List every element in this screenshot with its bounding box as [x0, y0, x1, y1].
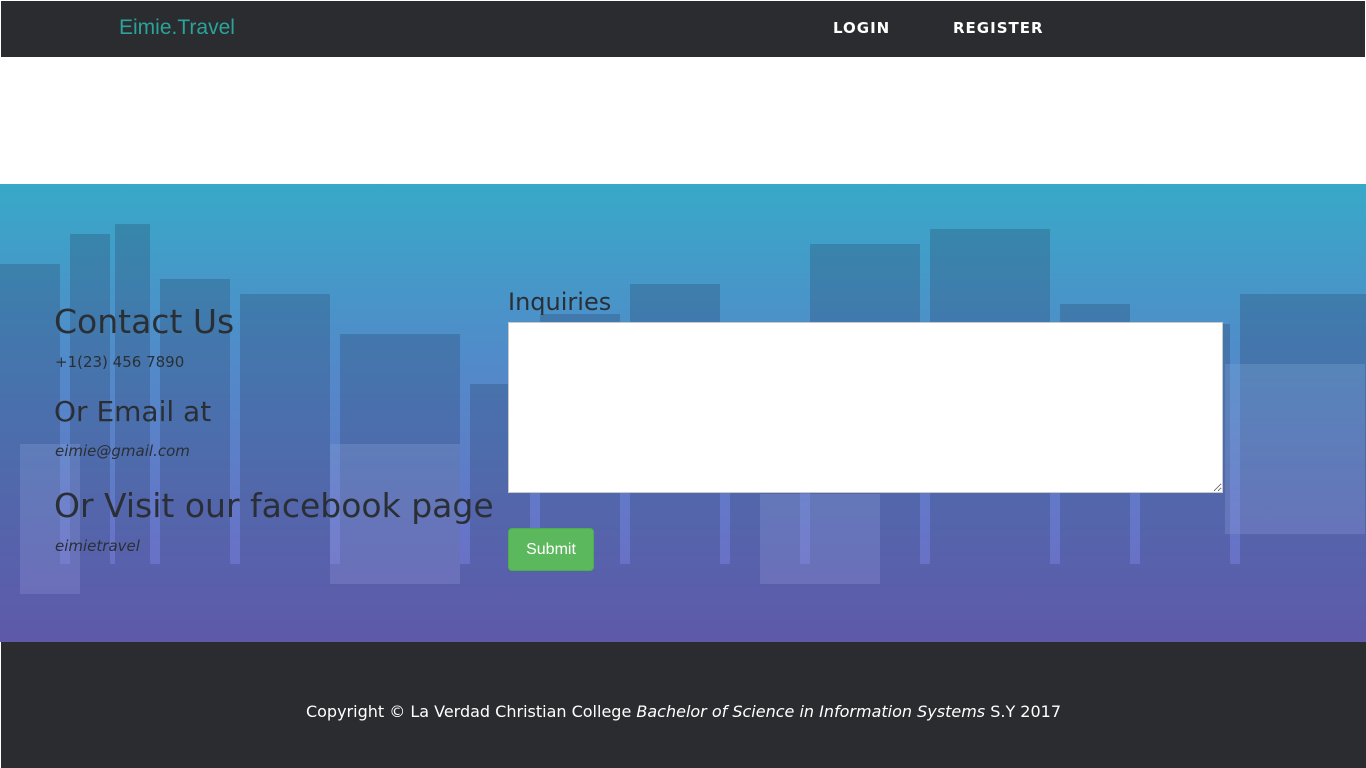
- contact-title: Contact Us: [54, 302, 235, 341]
- email-heading: Or Email at: [54, 395, 212, 428]
- inquiries-label: Inquiries: [508, 288, 612, 316]
- navbar: Eimie.Travel LOGIN REGISTER: [1, 1, 1365, 57]
- copyright-prefix: Copyright © La Verdad Christian College: [305, 702, 637, 721]
- copyright-suffix: S.Y 2017: [985, 702, 1062, 721]
- footer: Copyright © La Verdad Christian College …: [1, 642, 1366, 768]
- facebook-heading: Or Visit our facebook page: [54, 486, 494, 525]
- register-link[interactable]: REGISTER: [953, 19, 1044, 37]
- login-link[interactable]: LOGIN: [833, 19, 890, 37]
- phone-number: +1(23) 456 7890: [55, 353, 185, 371]
- inquiries-textarea[interactable]: [508, 322, 1223, 493]
- contact-section: Contact Us +1(23) 456 7890 Or Email at e…: [0, 184, 1366, 642]
- brand-link[interactable]: Eimie.Travel: [119, 16, 235, 40]
- submit-button[interactable]: Submit: [508, 528, 594, 571]
- course-name: Bachelor of Science in Information Syste…: [636, 702, 986, 721]
- copyright-text: Copyright © La Verdad Christian College …: [1, 702, 1366, 721]
- email-address: eimie@gmail.com: [55, 442, 190, 460]
- facebook-handle: eimietravel: [55, 537, 140, 555]
